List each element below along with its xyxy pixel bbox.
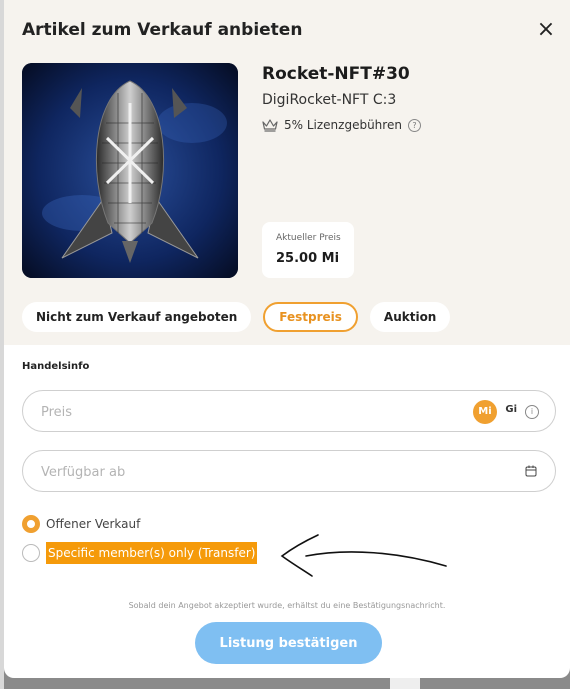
current-price-label: Aktueller Preis (276, 233, 341, 243)
info-icon[interactable]: i (525, 405, 539, 419)
current-price-value: 25.00 Mi (276, 251, 340, 266)
calendar-icon[interactable] (525, 465, 537, 477)
currency-mi-toggle[interactable]: Mi (473, 400, 497, 424)
confirm-listing-button[interactable]: Listung bestätigen (195, 622, 382, 664)
specific-members-option[interactable]: Specific member(s) only (Transfer) (22, 542, 258, 564)
current-price-card: Aktueller Preis 25.00 Mi (262, 222, 354, 278)
open-sale-radio[interactable] (22, 515, 40, 533)
price-field: Mi Gi i (22, 390, 556, 433)
sale-type-tabs: Nicht zum Verkauf angeboten Festpreis Au… (22, 302, 451, 332)
confirmation-note: Sobald dein Angebot akzeptiert wurde, er… (128, 601, 446, 610)
open-sale-option[interactable]: Offener Verkauf (22, 515, 140, 533)
specific-members-label: Specific member(s) only (Transfer) (46, 542, 258, 564)
royalty-text: 5% Lizenzgebühren (284, 118, 402, 132)
currency-gi-toggle[interactable]: Gi (505, 404, 517, 415)
available-from-input[interactable] (39, 451, 443, 493)
nft-name: Rocket-NFT#30 (262, 64, 410, 84)
nft-collection[interactable]: DigiRocket-NFT C:3 (262, 92, 396, 108)
sell-item-modal: Artikel zum Verkauf anbieten × Rocket-NF… (4, 0, 570, 678)
specific-members-radio[interactable] (22, 544, 40, 562)
open-sale-label: Offener Verkauf (46, 517, 141, 531)
arrow-annotation (280, 534, 447, 577)
tab-fixed-price[interactable]: Festpreis (263, 302, 358, 332)
available-from-field (22, 450, 556, 493)
crown-icon (262, 119, 278, 132)
rocket-artwork (22, 63, 238, 278)
tab-not-for-sale[interactable]: Nicht zum Verkauf angeboten (22, 302, 252, 332)
help-icon[interactable]: ? (407, 118, 421, 132)
price-input[interactable] (39, 391, 443, 433)
trade-info-heading: Handelsinfo (22, 361, 90, 372)
tab-auction[interactable]: Auktion (369, 302, 451, 332)
close-icon[interactable]: × (536, 19, 556, 41)
royalty-info: 5% Lizenzgebühren ? (262, 118, 421, 132)
nft-image (22, 63, 238, 278)
modal-title: Artikel zum Verkauf anbieten (22, 20, 303, 40)
